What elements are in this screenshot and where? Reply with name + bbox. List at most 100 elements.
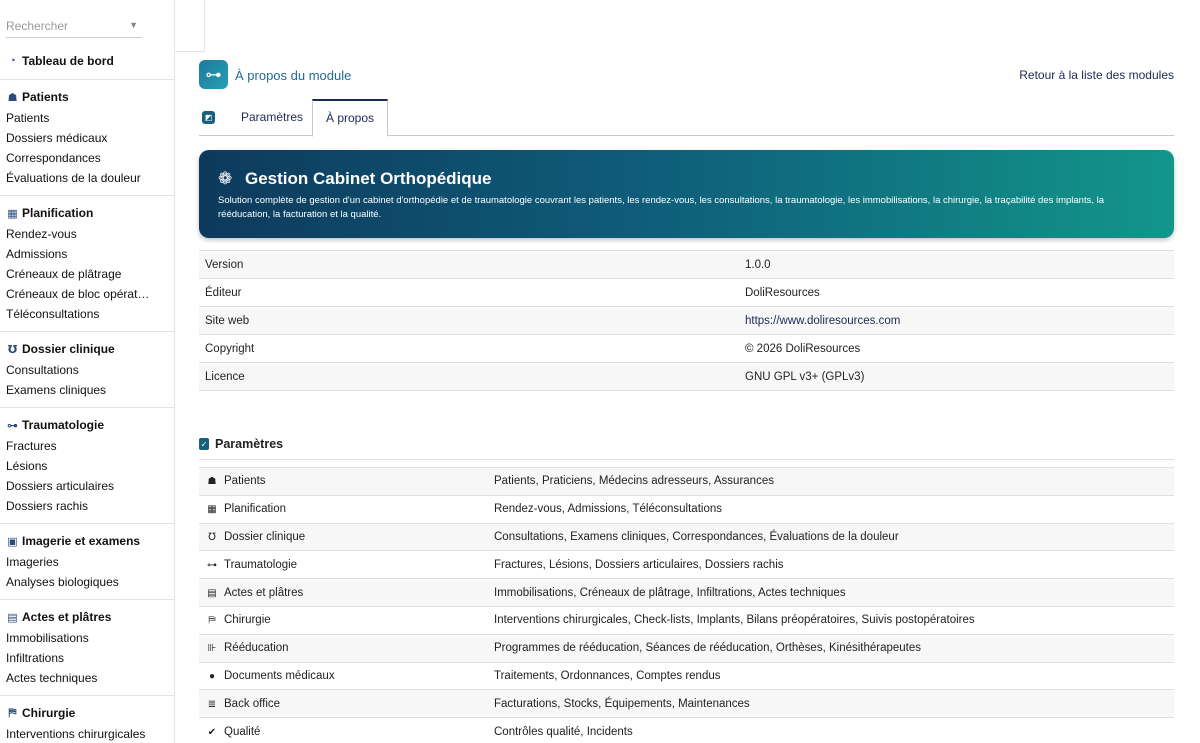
param-label-cell: ▤ Actes et plâtres <box>199 579 488 607</box>
menu-section-header[interactable]: ▤ Actes et plâtres <box>0 606 174 628</box>
param-label-cell: ▦ Planification <box>199 495 488 523</box>
param-value: Rendez-vous, Admissions, Téléconsultatio… <box>494 503 722 516</box>
sidebar-item[interactable]: Téléconsultations <box>0 304 174 324</box>
tab-a-propos[interactable]: À propos <box>312 99 389 137</box>
info-label: Éditeur <box>205 286 242 299</box>
menu-block: ◔ Tableau de bord <box>0 38 174 80</box>
info-value: © 2026 DoliResources <box>745 342 861 355</box>
sidebar-item[interactable]: Évaluations de la douleur <box>0 168 174 188</box>
sidebar-item[interactable]: Créneaux de bloc opérat… <box>0 284 174 304</box>
menu-section-header[interactable]: ℧ Dossier clinique <box>0 338 174 360</box>
sidebar-item[interactable]: Actes techniques <box>0 668 174 688</box>
section-title-text: Paramètres <box>215 437 284 451</box>
table-row: ⛿ Chirurgie Interventions chirurgicales, C… <box>199 606 1174 634</box>
param-label: Traumatologie <box>224 558 298 571</box>
menu-section-header[interactable]: ⊶ Traumatologie <box>0 414 174 436</box>
menu-section-header[interactable]: ▣ Imagerie et examens <box>0 530 174 552</box>
sidebar-item[interactable]: Admissions <box>0 244 174 264</box>
menu-section-header[interactable]: ☗ Patients <box>0 86 174 108</box>
calendar-icon: ▦ <box>207 504 217 516</box>
banner-title: Gestion Cabinet Orthopédique <box>245 169 492 188</box>
sidebar-item[interactable]: Analyses biologiques <box>0 572 174 592</box>
table-row: Licence GNU GPL v3+ (GPLv3) <box>199 362 1174 391</box>
sidebar-item[interactable]: Consultations <box>0 360 174 380</box>
menu-section-icon: ⛿ <box>8 706 17 719</box>
menu-block: ⛿ChirurgieInterventions chirurgicalesChe… <box>0 696 174 743</box>
menu-section-label: Dossier clinique <box>22 342 115 356</box>
info-label: Copyright <box>205 342 255 355</box>
menu-section-label: Chirurgie <box>22 706 76 720</box>
param-label-cell: ℧ Dossier clinique <box>199 523 488 551</box>
tab-parametres[interactable]: Paramètres <box>228 99 316 136</box>
sidebar-item[interactable]: Dossiers articulaires <box>0 476 174 496</box>
param-value: Patients, Praticiens, Médecins adresseur… <box>494 475 774 488</box>
menu-section-header[interactable]: ▦ Planification <box>0 202 174 224</box>
table-row: ⊪ Rééducation Programmes de rééducation, S… <box>199 634 1174 663</box>
param-value: Consultations, Examens cliniques, Corres… <box>494 530 899 543</box>
sidebar-item[interactable]: Dossiers médicaux <box>0 128 174 148</box>
search-placeholder: Rechercher <box>6 19 69 33</box>
banner-description: Solution complète de gestion d'un cabine… <box>218 195 1105 220</box>
sidebar-item[interactable]: Créneaux de plâtrage <box>0 264 174 284</box>
menu-block: ℧ Dossier clinique Consultations Examens cl… <box>0 332 174 408</box>
sidebar: Rechercher ▼ ◔ Tableau de bord ☗ Patients Pa… <box>0 0 175 743</box>
param-label-cell: ⊶ Traumatologie <box>199 551 488 579</box>
menu-section-label: Tableau de bord <box>22 54 114 68</box>
menu-section-icon: ▣ <box>7 535 18 548</box>
divider <box>199 459 1174 460</box>
back-to-modules-link[interactable]: Retour à la liste des modules <box>1019 68 1174 82</box>
table-row: ⊶ Traumatologie Fractures, Lésions, Dossie… <box>199 550 1174 579</box>
info-value: 1.0.0 <box>745 258 771 271</box>
sidebar-item[interactable]: Imageries <box>0 552 174 572</box>
param-label-cell: ⛿ Chirurgie <box>199 606 488 634</box>
sidebar-item[interactable]: Examens cliniques <box>0 380 174 400</box>
sidebar-item[interactable]: Fractures <box>0 436 174 456</box>
sidebar-item[interactable]: Correspondances <box>0 148 174 168</box>
sidebar-item[interactable]: Infiltrations <box>0 648 174 668</box>
menu-section-header[interactable]: ⛿ Chirurgie <box>0 702 174 724</box>
coins-icon: ≣ <box>207 698 217 710</box>
section-title-parametres: ✓ Paramètres <box>199 437 283 451</box>
sidebar-item[interactable]: Dossiers rachis <box>0 496 174 516</box>
menu-block: ▤ Actes et plâtres Immobilisations Infiltra… <box>0 600 174 696</box>
sidebar-item[interactable]: Interventions chirurgicales <box>0 724 174 743</box>
info-label: Version <box>205 258 244 271</box>
table-row: ≣ Back office Facturations, Stocks, Équipe… <box>199 689 1174 718</box>
menu-block: ▦ Planification Rendez-vous Admissions Créne… <box>0 196 174 332</box>
website-link[interactable]: https://www.doliresources.com <box>745 315 900 327</box>
param-value: Immobilisations, Créneaux de plâtrage, I… <box>494 586 846 599</box>
param-label: Rééducation <box>224 642 289 655</box>
menu-section-header[interactable]: ◔ Tableau de bord <box>0 50 174 72</box>
menu-section-icon: ▦ <box>7 207 18 220</box>
sidebar-item[interactable]: Patients <box>0 108 174 128</box>
param-value: Fractures, Lésions, Dossiers articulaire… <box>494 558 784 571</box>
param-label: Back office <box>224 697 281 710</box>
bandage-icon: ▤ <box>207 587 217 599</box>
sidebar-item[interactable]: Lésions <box>0 456 174 476</box>
bone-icon: ⊶ <box>207 559 217 571</box>
sidebar-item[interactable]: Rendez-vous <box>0 224 174 244</box>
chevron-down-icon[interactable]: ▼ <box>129 20 138 30</box>
menu-block: ⊶ Traumatologie Fractures Lésions Dossiers a… <box>0 408 174 524</box>
param-value: Traitements, Ordonnances, Comptes rendus <box>494 669 721 682</box>
param-label-cell: ☗ Patients <box>199 468 488 496</box>
table-row: ▦ Planification Rendez-vous, Admissions, T… <box>199 495 1174 523</box>
param-value: Contrôles qualité, Incidents <box>494 725 633 738</box>
param-value: Facturations, Stocks, Équipements, Maint… <box>494 697 750 710</box>
search-select[interactable]: Rechercher ▼ <box>6 16 142 38</box>
menu-section-label: Patients <box>22 90 69 104</box>
table-row: ☗ Patients Patients, Praticiens, Médecins … <box>199 467 1174 496</box>
menu-section-label: Imagerie et examens <box>22 534 141 548</box>
menu-section-label: Planification <box>22 206 94 220</box>
param-label: Actes et plâtres <box>224 586 304 599</box>
param-label-cell: ● Documents médicaux <box>199 662 488 690</box>
table-row: Copyright © 2026 DoliResources <box>199 334 1174 363</box>
menu-section-icon: ℧ <box>7 343 18 356</box>
menu-block: ▣ Imagerie et examens Imageries Analyses bi… <box>0 524 174 600</box>
table-row: ● Documents médicaux Traitements, Ordonnan… <box>199 662 1174 690</box>
sidebar-menu: ◔ Tableau de bord ☗ Patients Patients Dossier… <box>0 38 174 743</box>
menu-section-icon: ☗ <box>7 91 18 104</box>
dumbbell-icon: ⊪ <box>207 643 217 655</box>
module-tab-icon: ◩ <box>202 111 215 124</box>
sidebar-item[interactable]: Immobilisations <box>0 628 174 648</box>
